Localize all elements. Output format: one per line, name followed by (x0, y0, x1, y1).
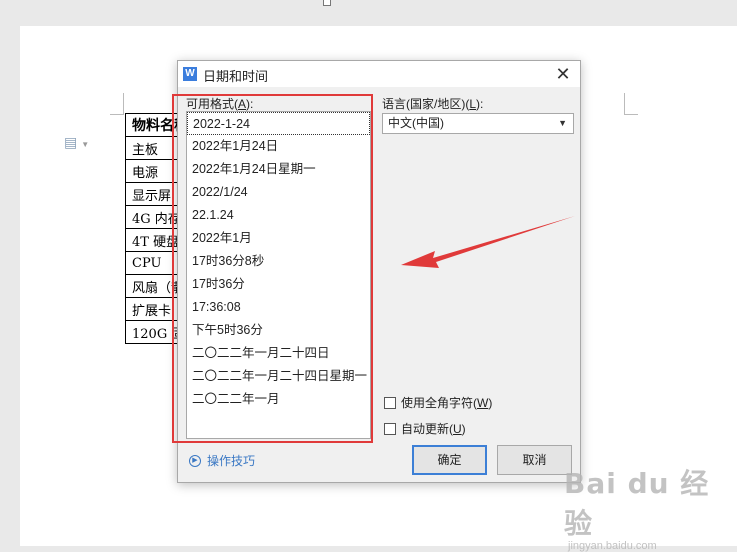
cancel-button[interactable]: 取消 (497, 445, 572, 475)
fullwidth-checkbox[interactable]: 使用全角字符(W) (384, 394, 492, 411)
watermark-url: jingyan.baidu.com (568, 540, 657, 552)
annotation-arrow-shape (401, 216, 575, 268)
fullwidth-label: 使用全角字符(W) (401, 396, 493, 410)
autoupdate-label: 自动更新(U) (401, 422, 466, 436)
tips-label[interactable]: 操作技巧 (207, 452, 255, 469)
page-margin-corner-right (624, 93, 638, 115)
language-label: 语言(国家/地区)(L): (382, 97, 484, 111)
page-margin-corner-left (110, 93, 124, 115)
chevron-down-icon: ▼ (81, 140, 90, 149)
ruler-top (0, 0, 737, 6)
resize-handle[interactable] (323, 0, 331, 6)
annotation-arrow (401, 216, 575, 268)
baidu-jingyan-watermark: Bai du 经验 jingyan.baidu.com (564, 462, 737, 552)
tips-link[interactable]: ▶ 操作技巧 (189, 452, 255, 469)
dialog-titlebar[interactable]: W 日期和时间 ✕ (178, 61, 580, 87)
chevron-down-icon: ▼ (558, 118, 567, 128)
autoupdate-checkbox[interactable]: 自动更新(U) (384, 420, 466, 437)
close-icon[interactable]: ✕ (552, 63, 574, 85)
annotation-highlight-box (172, 94, 373, 443)
watermark-logo-text: Bai du 经验 (564, 467, 710, 540)
language-value: 中文(中国) (388, 116, 444, 130)
checkbox-box[interactable] (384, 396, 396, 409)
wps-writer-icon: W (183, 67, 197, 81)
document-icon[interactable]: ▤ ▼ (64, 134, 89, 151)
checkbox-box[interactable] (384, 422, 396, 435)
play-circle-icon: ▶ (189, 454, 201, 467)
dialog-title: 日期和时间 (203, 69, 269, 84)
ok-button[interactable]: 确定 (412, 445, 487, 475)
language-select[interactable]: 中文(中国) ▼ (382, 113, 574, 134)
